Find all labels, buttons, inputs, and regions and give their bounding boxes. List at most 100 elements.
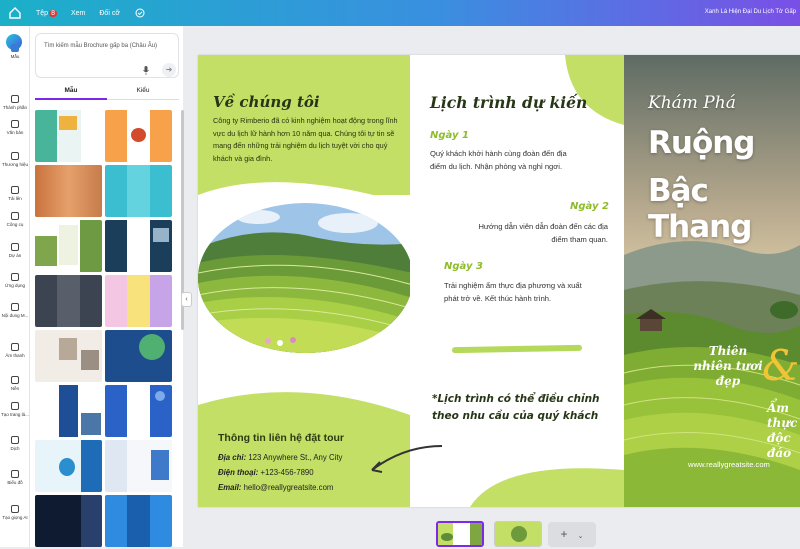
rail-item-label: Âm thanh bbox=[5, 353, 25, 358]
brochure-panel-cover: Khám Phá Ruộng Bậc Thang Thiên nhiên tươ… bbox=[624, 55, 800, 507]
document-title[interactable]: Xanh Lá Hiện Đại Du Lịch Tờ Gấp bbox=[705, 9, 796, 15]
page-thumbnail-2[interactable] bbox=[494, 521, 542, 547]
cover-kicker: Khám Phá bbox=[648, 93, 736, 113]
menu-view[interactable]: Xem bbox=[71, 10, 85, 17]
rail-item-label: Văn bản bbox=[6, 130, 24, 135]
rail-item-label: Dịch bbox=[10, 446, 20, 451]
template-thumbnail[interactable] bbox=[105, 440, 172, 492]
translate-icon bbox=[11, 436, 19, 444]
rail-item-ai-voice[interactable]: Tạo giọng AI bbox=[0, 505, 30, 520]
page-thumbnail-1[interactable] bbox=[436, 521, 484, 547]
tab-styles[interactable]: Kiểu bbox=[107, 84, 179, 100]
rail-item-label: Tạo trang lá... bbox=[1, 412, 29, 417]
microphone-icon[interactable] bbox=[143, 66, 149, 75]
day3-text: Trải nghiệm ẩm thực địa phương và xuất p… bbox=[444, 281, 582, 303]
rail-item-translate[interactable]: Dịch bbox=[0, 436, 30, 451]
search-input[interactable]: Tìm kiếm mẫu Brochure gấp ba (Châu Âu) bbox=[44, 43, 157, 49]
add-page-button[interactable]: + ⌄ bbox=[548, 522, 596, 547]
schedule-note: *Lịch trình có thể điều chỉnh theo nhu c… bbox=[432, 393, 600, 422]
template-thumbnail[interactable] bbox=[35, 220, 102, 272]
rail-item-background[interactable]: Nền bbox=[0, 376, 30, 391]
contact-email: Email: hello@reallygreatsite.com bbox=[218, 483, 334, 492]
template-thumbnail[interactable] bbox=[105, 495, 172, 547]
rail-item-elements[interactable]: Thành phần bbox=[0, 95, 30, 110]
rail-item-tools[interactable]: Công cụ bbox=[0, 212, 30, 227]
tab-templates[interactable]: Mẫu bbox=[35, 84, 107, 100]
rail-item-page-generator[interactable]: Tạo trang lá... bbox=[0, 402, 30, 417]
rail-item-label: Nền bbox=[10, 386, 20, 391]
day2-text: Hướng dẫn viên dẫn đoàn đến các địa điểm… bbox=[478, 222, 608, 244]
cloud-save-icon[interactable] bbox=[134, 8, 146, 18]
projects-icon bbox=[11, 243, 19, 251]
design-canvas[interactable]: Về chúng tôi Công ty Rimberio đã có kinh… bbox=[198, 55, 800, 507]
template-thumbnail[interactable] bbox=[105, 165, 172, 217]
rail-item-label: Nội dung M... bbox=[1, 313, 29, 318]
schedule-title: Lịch trình dự kiến bbox=[430, 93, 588, 112]
audio-icon bbox=[11, 343, 19, 351]
template-thumbnail[interactable] bbox=[35, 165, 102, 217]
rail-item-uploads[interactable]: Tải lên bbox=[0, 186, 30, 201]
templates-panel: Tìm kiếm mẫu Brochure gấp ba (Châu Âu) ➜… bbox=[30, 26, 183, 547]
rail-item-label: Dự án bbox=[8, 253, 22, 258]
top-bar: Tệp 8 Xem Đối cỡ Xanh Lá Hiện Đại Du Lịch… bbox=[0, 0, 800, 26]
background-icon bbox=[11, 376, 19, 384]
rail-item-label: Ứng dụng bbox=[4, 283, 26, 288]
apps-icon bbox=[11, 273, 19, 281]
menu-resize[interactable]: Đối cỡ bbox=[99, 10, 120, 17]
rail-item-templates[interactable]: Mẫu bbox=[0, 44, 30, 59]
template-thumbnail[interactable] bbox=[105, 385, 172, 437]
day3-label: Ngày 3 bbox=[444, 261, 483, 272]
cover-tagline-nature: Thiên nhiên tươi đẹp bbox=[693, 344, 763, 388]
brush-stroke bbox=[451, 344, 583, 354]
rice-terrace-photo bbox=[198, 203, 410, 353]
rail-item-audio[interactable]: Âm thanh bbox=[0, 343, 30, 358]
submit-search-button[interactable]: ➜ bbox=[162, 63, 176, 77]
notification-badge: 8 bbox=[49, 9, 57, 17]
template-thumbnail[interactable] bbox=[35, 495, 102, 547]
template-thumbnail[interactable] bbox=[105, 110, 172, 162]
template-thumbnail[interactable] bbox=[35, 275, 102, 327]
menu-file[interactable]: Tệp 8 bbox=[36, 9, 57, 17]
rail-item-label: Biểu đồ bbox=[7, 480, 23, 485]
day2-label: Ngày 2 bbox=[570, 201, 609, 212]
elements-icon bbox=[11, 95, 19, 103]
uploads-icon bbox=[11, 186, 19, 194]
template-thumbnail[interactable] bbox=[35, 385, 102, 437]
arrow-icon bbox=[371, 445, 443, 473]
collapse-panel-button[interactable]: ‹ bbox=[181, 292, 192, 307]
cover-title-line1: Ruộng bbox=[648, 125, 755, 161]
template-thumbnail[interactable] bbox=[105, 330, 172, 382]
day1-label: Ngày 1 bbox=[430, 130, 469, 141]
rail-item-projects[interactable]: Dự án bbox=[0, 243, 30, 258]
tools-icon bbox=[11, 212, 19, 220]
contact-phone: Điện thoại: +123-456-7890 bbox=[218, 468, 314, 477]
rail-item-magic-media[interactable]: Nội dung M... bbox=[0, 303, 30, 318]
template-thumbnail[interactable] bbox=[105, 220, 172, 272]
page-generator-icon bbox=[11, 402, 19, 410]
contact-address: Địa chỉ: 123 Anywhere St., Any City bbox=[218, 453, 343, 462]
template-thumbnail[interactable] bbox=[35, 110, 102, 162]
home-icon[interactable] bbox=[8, 6, 22, 20]
ai-voice-icon bbox=[11, 505, 19, 513]
rail-item-label: Thương hiệu bbox=[2, 162, 28, 167]
cover-tagline-food: Ẩm thực độc đáo bbox=[767, 401, 798, 460]
rail-item-text[interactable]: Văn bản bbox=[0, 120, 30, 135]
rail-item-label: Tải lên bbox=[8, 196, 22, 201]
charts-icon bbox=[11, 470, 19, 478]
cover-title-line2: Bậc Thang bbox=[648, 173, 752, 245]
contact-title: Thông tin liên hệ đặt tour bbox=[218, 432, 344, 444]
rail-item-label: Mẫu bbox=[10, 54, 20, 59]
chevron-down-icon[interactable]: ⌄ bbox=[578, 533, 584, 540]
magic-media-icon bbox=[11, 303, 19, 311]
rail-item-brand[interactable]: Thương hiệu bbox=[0, 152, 30, 167]
rail-item-label: Thành phần bbox=[2, 105, 28, 110]
template-thumbnail[interactable] bbox=[35, 330, 102, 382]
template-thumbnail[interactable] bbox=[105, 275, 172, 327]
page-strip bbox=[436, 521, 542, 547]
template-thumbnail[interactable] bbox=[35, 440, 102, 492]
cover-website: www.reallygreatsite.com bbox=[688, 460, 770, 469]
rail-item-charts[interactable]: Biểu đồ bbox=[0, 470, 30, 485]
about-body: Công ty Rimberio đã có kinh nghiệm hoạt … bbox=[213, 116, 398, 163]
search-box[interactable]: Tìm kiếm mẫu Brochure gấp ba (Châu Âu) ➜ bbox=[35, 33, 179, 78]
rail-item-apps[interactable]: Ứng dụng bbox=[0, 273, 30, 288]
